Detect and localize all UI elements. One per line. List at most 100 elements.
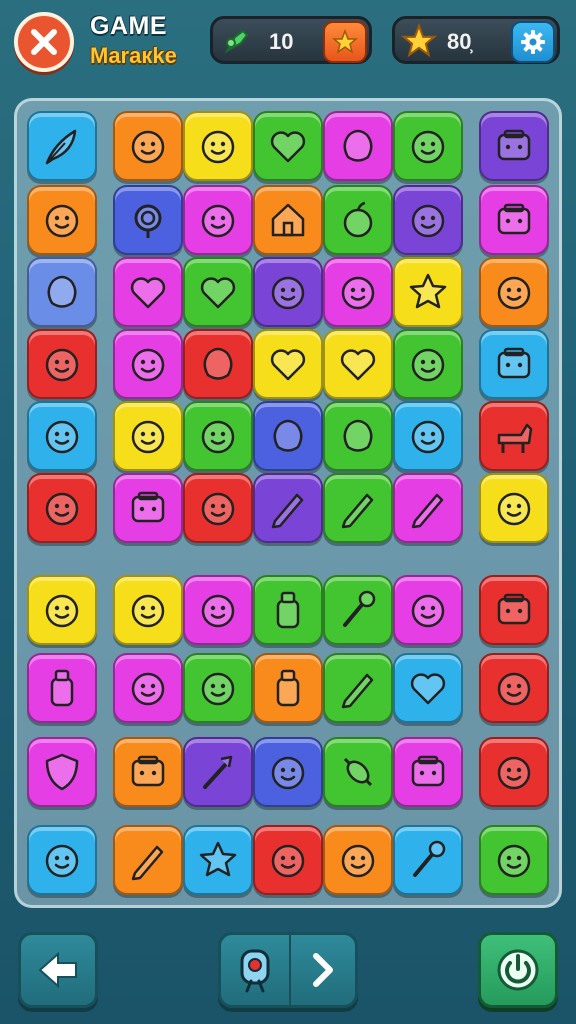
board-tile[interactable] [253, 653, 323, 723]
board-tile[interactable] [183, 329, 253, 399]
board-tile[interactable] [479, 111, 549, 181]
blob-icon [343, 419, 373, 452]
board-tile[interactable] [323, 111, 393, 181]
board-tile[interactable] [27, 257, 97, 327]
board-tile[interactable] [27, 401, 97, 471]
board-tile[interactable] [393, 257, 463, 327]
star-icon [199, 841, 237, 877]
face-icon [497, 756, 531, 790]
board-tile[interactable] [479, 653, 549, 723]
face-icon [411, 204, 445, 238]
board-tile[interactable] [479, 473, 549, 543]
board-tile[interactable] [183, 401, 253, 471]
board-tile[interactable] [113, 329, 183, 399]
box-icon [411, 755, 445, 787]
board-tile[interactable] [323, 185, 393, 255]
board-tile[interactable] [113, 737, 183, 807]
board-tile[interactable] [113, 575, 183, 645]
board-tile[interactable] [479, 575, 549, 645]
pencil-icon [411, 493, 444, 529]
board-tile[interactable] [393, 111, 463, 181]
board-tile[interactable] [113, 185, 183, 255]
board-tile[interactable] [183, 257, 253, 327]
board-tile[interactable] [113, 257, 183, 327]
add-star-button[interactable] [323, 21, 367, 63]
board-tile[interactable] [393, 401, 463, 471]
board-tile[interactable] [253, 257, 323, 327]
board-tile[interactable] [393, 825, 463, 895]
board-tile[interactable] [323, 737, 393, 807]
board-tile[interactable] [323, 257, 393, 327]
board-tile[interactable] [479, 737, 549, 807]
board-tile[interactable] [323, 825, 393, 895]
settings-button[interactable] [511, 21, 555, 63]
board-tile[interactable] [183, 825, 253, 895]
board-tile[interactable] [183, 473, 253, 543]
board-tile[interactable] [113, 653, 183, 723]
board-tile[interactable] [393, 329, 463, 399]
board-tile[interactable] [323, 473, 393, 543]
face-icon [341, 844, 375, 878]
board-tile[interactable] [393, 653, 463, 723]
board-tile[interactable] [113, 825, 183, 895]
face-icon [201, 672, 235, 706]
board-tile[interactable] [27, 473, 97, 543]
board-tile[interactable] [253, 825, 323, 895]
house-icon [271, 203, 305, 237]
board-tile[interactable] [27, 737, 97, 807]
board-tile[interactable] [323, 329, 393, 399]
board-tile[interactable] [27, 653, 97, 723]
board-tile[interactable] [113, 401, 183, 471]
board-tile[interactable] [479, 185, 549, 255]
blob-icon [203, 347, 233, 380]
board-tile[interactable] [479, 257, 549, 327]
heart-icon [340, 349, 376, 381]
board-tile[interactable] [393, 737, 463, 807]
board-tile[interactable] [253, 737, 323, 807]
board-tile[interactable] [183, 185, 253, 255]
board-tile[interactable] [253, 473, 323, 543]
board-tile[interactable] [253, 575, 323, 645]
board-tile[interactable] [253, 111, 323, 181]
board-tile[interactable] [479, 401, 549, 471]
board-tile[interactable] [183, 737, 253, 807]
board-tile[interactable] [323, 575, 393, 645]
board-tile[interactable] [253, 185, 323, 255]
pencil-icon [341, 673, 374, 709]
face-icon [271, 756, 305, 790]
board-tile[interactable] [113, 111, 183, 181]
hint-button[interactable] [221, 935, 291, 1005]
board-tile[interactable] [27, 575, 97, 645]
box-icon [497, 593, 531, 625]
board-tile[interactable] [479, 329, 549, 399]
board-tile[interactable] [183, 111, 253, 181]
board-tile[interactable] [183, 653, 253, 723]
game-board [14, 98, 562, 908]
board-tile[interactable] [27, 111, 97, 181]
board-tile[interactable] [393, 473, 463, 543]
star-icon [409, 273, 447, 309]
board-tile[interactable] [479, 825, 549, 895]
face-icon [411, 130, 445, 164]
board-tile[interactable] [113, 473, 183, 543]
board-tile[interactable] [253, 401, 323, 471]
face-icon [45, 844, 79, 878]
board-tile[interactable] [27, 329, 97, 399]
wand-icon [203, 755, 233, 789]
next-button[interactable] [291, 935, 355, 1005]
board-tile[interactable] [393, 575, 463, 645]
animal-icon [497, 423, 533, 453]
close-button[interactable] [14, 12, 74, 72]
board-tile[interactable] [393, 185, 463, 255]
board-tile[interactable] [323, 653, 393, 723]
heart-icon [270, 349, 306, 381]
board-tile[interactable] [253, 329, 323, 399]
board-tile[interactable] [323, 401, 393, 471]
board-tile[interactable] [27, 185, 97, 255]
face-icon [131, 420, 165, 454]
box-icon [497, 203, 531, 235]
power-button[interactable] [478, 932, 558, 1008]
board-tile[interactable] [183, 575, 253, 645]
board-tile[interactable] [27, 825, 97, 895]
back-button[interactable] [18, 932, 98, 1008]
